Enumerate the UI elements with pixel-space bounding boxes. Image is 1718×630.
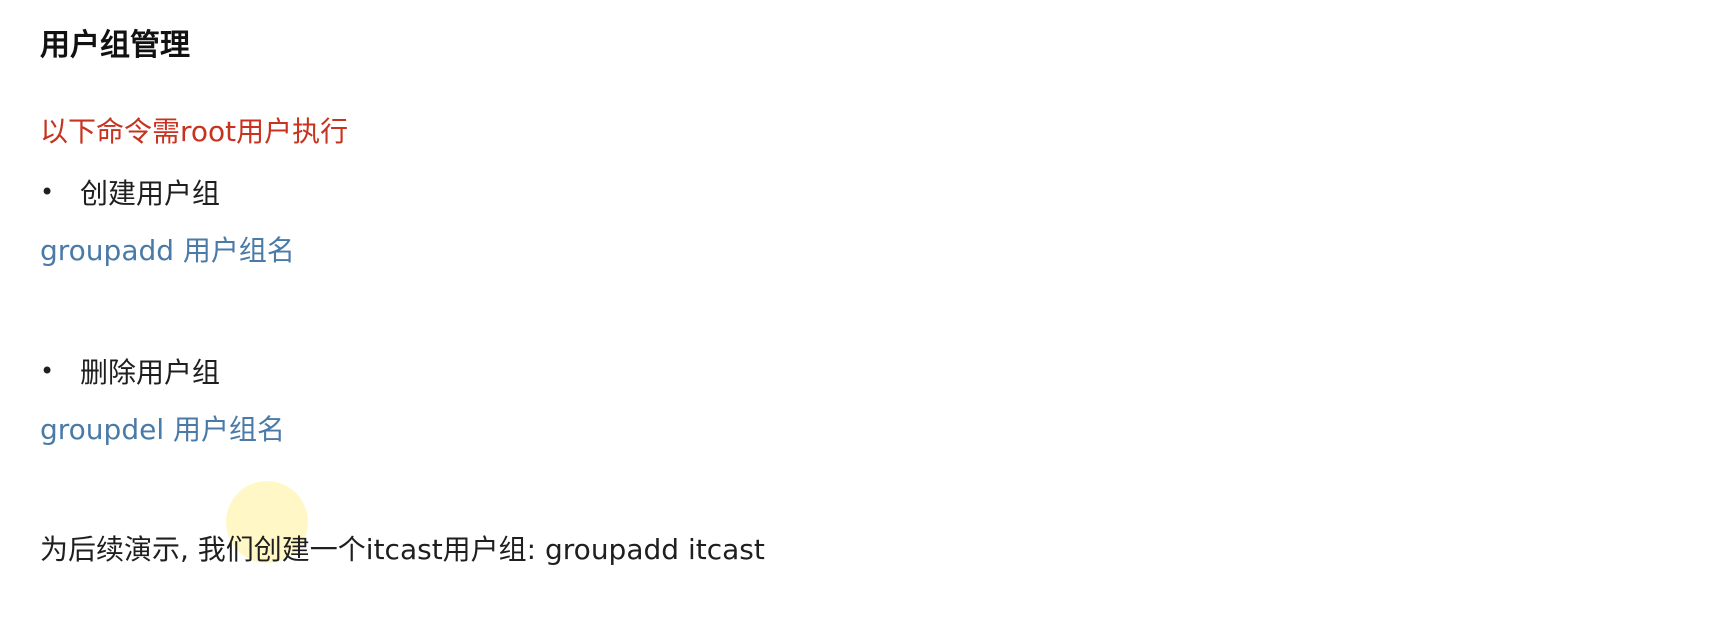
bullet-icon: •	[40, 357, 55, 385]
groupdel-command: groupdel 用户组名	[40, 413, 286, 446]
create-group-item: • 创建用户组	[40, 172, 220, 212]
delete-group-item: • 删除用户组	[40, 351, 220, 391]
delete-group-heading: 删除用户组	[80, 356, 221, 389]
create-group-heading: 创建用户组	[80, 177, 221, 210]
demo-instruction: 为后续演示, 我们创建一个itcast用户组: groupadd itcast	[40, 533, 765, 566]
document-page: 用户组管理 以下命令需root用户执行 • 创建用户组 groupadd 用户组…	[0, 0, 1718, 630]
bullet-icon: •	[40, 178, 55, 206]
page-title: 用户组管理	[40, 28, 190, 64]
root-permission-note: 以下命令需root用户执行	[40, 115, 349, 148]
groupadd-command: groupadd 用户组名	[40, 234, 295, 267]
